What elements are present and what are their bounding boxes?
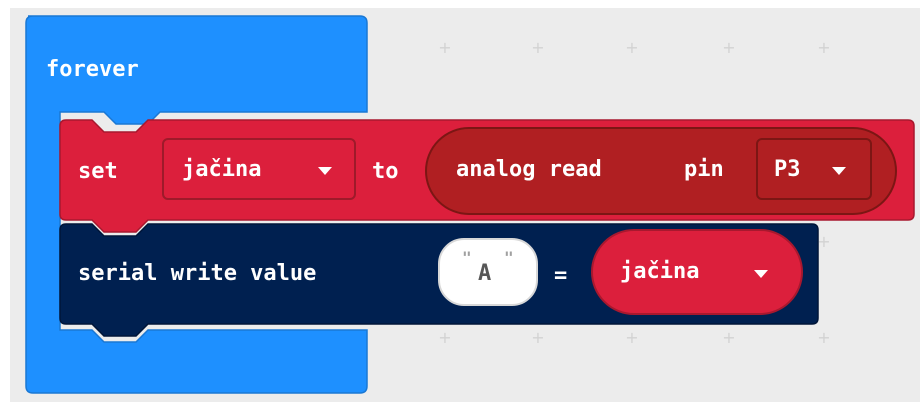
equals-label: =: [554, 263, 568, 288]
chevron-down-icon: [318, 167, 332, 175]
open-quote-icon: ": [462, 248, 472, 267]
to-label: to: [372, 159, 399, 184]
forever-label: forever: [46, 57, 139, 82]
chevron-down-icon: [832, 167, 846, 175]
pin-label: pin: [684, 157, 724, 182]
string-input-value: A: [478, 261, 492, 286]
variable-dropdown-value: jačina: [182, 157, 262, 182]
variable-reporter-value: jačina: [620, 259, 700, 284]
analog-read-label: analog read: [456, 157, 602, 182]
set-label: set: [78, 159, 118, 184]
pin-dropdown-value: P3: [774, 157, 801, 182]
close-quote-icon: ": [504, 248, 514, 267]
serial-write-value-label: serial write value: [78, 261, 317, 286]
chevron-down-icon[interactable]: [754, 270, 768, 278]
